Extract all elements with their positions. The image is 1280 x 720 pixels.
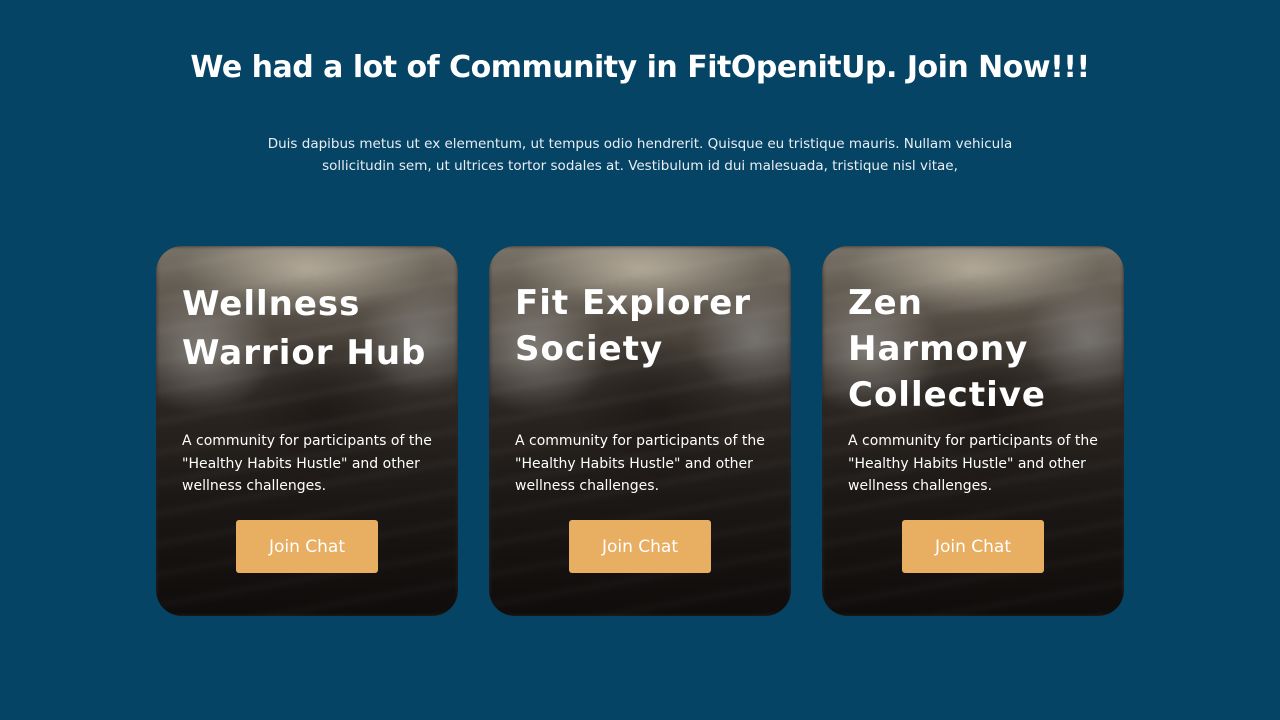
card-title: Wellness Warrior Hub [182,284,427,373]
join-chat-button[interactable]: Join Chat [902,520,1044,573]
card-description: A community for participants of the "Hea… [515,433,765,494]
section-description: Duis dapibus metus ut ex elementum, ut t… [267,136,1013,174]
card-description: A community for participants of the "Hea… [848,433,1098,494]
join-chat-button[interactable]: Join Chat [569,520,711,573]
community-card-fit-explorer-society: Fit Explorer Society A community for par… [489,246,791,616]
community-cards: Wellness Warrior Hub A community for par… [156,246,1124,616]
community-section: We had a lot of Community in FitOpenitUp… [0,0,1280,720]
join-chat-button[interactable]: Join Chat [236,520,378,573]
card-title: Zen Harmony Collective [848,283,1046,415]
section-heading: We had a lot of Community in FitOpenitUp… [190,50,1090,85]
community-card-zen-harmony-collective: Zen Harmony Collective A community for p… [822,246,1124,616]
card-title: Fit Explorer Society [515,283,752,369]
card-description: A community for participants of the "Hea… [182,433,432,494]
community-card-wellness-warrior-hub: Wellness Warrior Hub A community for par… [156,246,458,616]
